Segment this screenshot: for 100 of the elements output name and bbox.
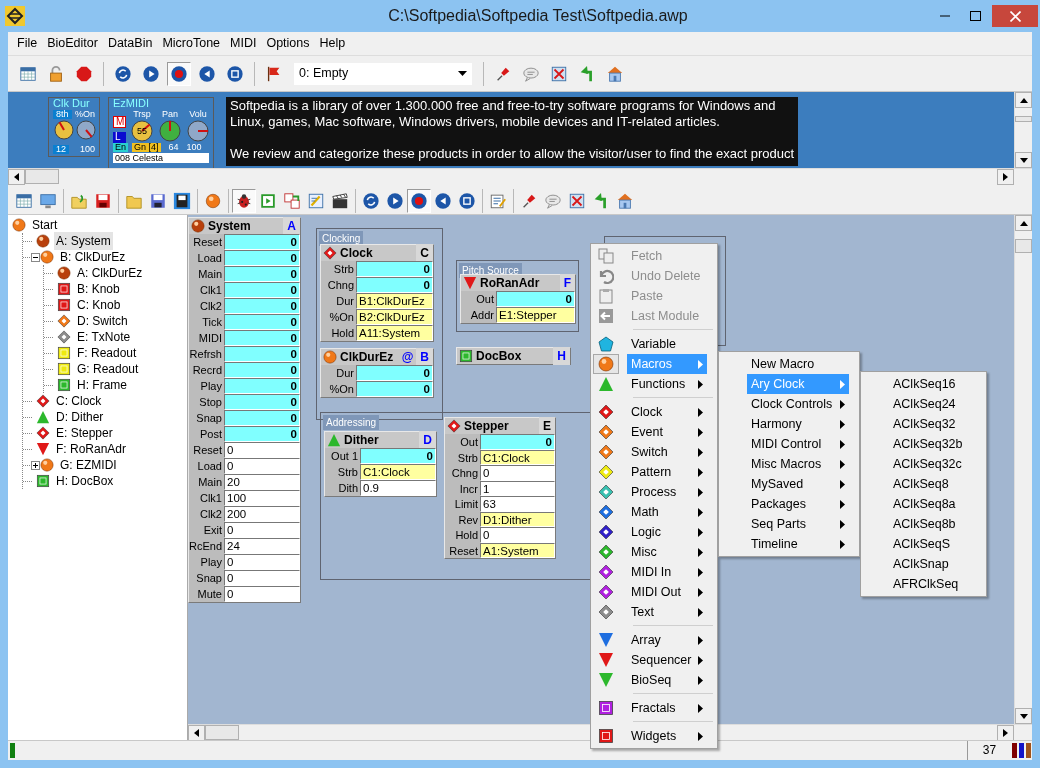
menu-item[interactable]: Logic bbox=[627, 522, 707, 542]
scrollbar-thumb[interactable] bbox=[205, 725, 239, 740]
toolbar-button[interactable] bbox=[232, 189, 256, 213]
menu-item[interactable]: AFRClkSeq bbox=[889, 574, 976, 594]
input-field[interactable]: 63 bbox=[480, 496, 555, 512]
menu-item[interactable]: Clock Controls bbox=[747, 394, 849, 414]
input-field[interactable]: 100 bbox=[224, 490, 300, 506]
menu-item[interactable]: Misc Macros bbox=[747, 454, 849, 474]
toolbar-button[interactable] bbox=[407, 189, 431, 213]
input-field[interactable]: 20 bbox=[224, 474, 300, 490]
m-button[interactable]: M bbox=[113, 116, 126, 129]
knob[interactable] bbox=[53, 119, 75, 141]
menu-item[interactable]: File bbox=[12, 31, 43, 56]
menu-item[interactable]: AClkSeq8a bbox=[889, 494, 976, 514]
link-field[interactable]: B1:ClkDurEz bbox=[356, 293, 433, 309]
module-panel[interactable]: System A Reset 0 Load 0 Main 0 Clk1 0 Clk2 0 Tick 0 MIDI 0 Refrsh 0 Recrd 0 Play 0 Stop 0 Snap 0 Post 0 Reset 0 Load 0 Main 20 Clk1 100 Clk2 200 Exit 0 RcEnd 24 Play 0 Snap 0 Mute 0 bbox=[188, 217, 301, 603]
menu-item[interactable]: AClkSeq32c bbox=[889, 454, 976, 474]
scroll-arrow-button[interactable] bbox=[188, 725, 205, 741]
close-button[interactable] bbox=[992, 5, 1038, 27]
input-field[interactable]: 0 bbox=[224, 442, 300, 458]
menu-item[interactable]: Text bbox=[627, 602, 707, 622]
link-field[interactable]: B2:ClkDurEz bbox=[356, 309, 433, 325]
tree-item[interactable]: Start bbox=[30, 216, 60, 234]
scrollbar-thumb[interactable] bbox=[25, 169, 59, 184]
menu-item[interactable]: MIDI Control bbox=[747, 434, 849, 454]
link-field[interactable]: E1:Stepper bbox=[496, 307, 575, 323]
menu-item[interactable]: Variable bbox=[627, 334, 707, 354]
module-panel[interactable]: Stepper E Out 0 Strb C1:Clock Chng 0 Incr 1 Limit 63 Rev D1:Dither Hold 0 Reset A1:System bbox=[444, 417, 556, 559]
menu-item[interactable]: Clock bbox=[627, 402, 707, 422]
menu-item[interactable]: AClkSeq8 bbox=[889, 474, 976, 494]
menu-item[interactable]: Array bbox=[627, 630, 707, 650]
knob[interactable] bbox=[186, 119, 210, 143]
menu-item[interactable]: DataBin bbox=[102, 31, 158, 56]
vertical-scrollbar[interactable] bbox=[1014, 92, 1032, 168]
scroll-arrow-button[interactable] bbox=[1015, 708, 1032, 724]
en-button[interactable]: En bbox=[113, 143, 128, 153]
tree-item[interactable]: D: Switch bbox=[75, 312, 130, 330]
menu-item[interactable]: Math bbox=[627, 502, 707, 522]
input-field[interactable]: 0 bbox=[224, 570, 300, 586]
expander-icon[interactable] bbox=[31, 460, 40, 470]
input-field[interactable]: 0 bbox=[480, 465, 555, 481]
menu-item[interactable]: Packages bbox=[747, 494, 849, 514]
expander-icon[interactable] bbox=[31, 252, 40, 262]
gn-button[interactable]: Gn [4] bbox=[132, 143, 161, 153]
tree-item[interactable]: G: EZMIDI bbox=[58, 456, 119, 474]
tree-item[interactable]: D: Dither bbox=[54, 408, 106, 426]
scroll-arrow-button[interactable] bbox=[997, 169, 1014, 185]
menu-item[interactable]: AClkSeq16 bbox=[889, 374, 976, 394]
tree-item[interactable]: A: System bbox=[54, 232, 113, 250]
menu-item[interactable]: Process bbox=[627, 482, 707, 502]
tree-item[interactable]: F: RoRanAdr bbox=[54, 440, 129, 458]
module-panel[interactable]: DocBox H bbox=[456, 347, 571, 365]
input-field[interactable]: 0 bbox=[224, 458, 300, 474]
menu-item[interactable]: BioEditor bbox=[42, 31, 103, 56]
tree-item[interactable]: C: Clock bbox=[54, 392, 104, 410]
menu-item[interactable]: Misc bbox=[627, 542, 707, 562]
input-field[interactable]: 0.9 bbox=[360, 480, 436, 496]
menu-item[interactable]: AClkSnap bbox=[889, 554, 976, 574]
knob[interactable] bbox=[158, 119, 182, 143]
menu-item[interactable]: AClkSeqS bbox=[889, 534, 976, 554]
knob[interactable]: 55 bbox=[130, 119, 154, 143]
menu-item[interactable]: Options bbox=[261, 31, 315, 56]
preset-dropdown[interactable]: 0: Empty bbox=[294, 62, 472, 85]
vertical-scrollbar[interactable] bbox=[1014, 215, 1032, 724]
input-field[interactable]: 0 bbox=[480, 527, 555, 543]
scroll-arrow-button[interactable] bbox=[1015, 92, 1032, 108]
module-panel[interactable]: ClkDurEz @ B Dur 0 %On 0 bbox=[320, 348, 434, 398]
tree-item[interactable]: H: Frame bbox=[75, 376, 129, 394]
toolbar-button[interactable] bbox=[167, 61, 191, 86]
instrument-list[interactable]: 008 Celesta bbox=[113, 153, 209, 164]
scroll-arrow-button[interactable] bbox=[997, 725, 1014, 741]
menu-item[interactable]: New Macro bbox=[747, 354, 849, 374]
menu-item[interactable]: Functions bbox=[627, 374, 707, 394]
menu-item[interactable]: MySaved bbox=[747, 474, 849, 494]
tree-item[interactable]: E: TxNote bbox=[75, 328, 133, 346]
module-panel[interactable]: Clock C Strb 0 Chng 0 Dur B1:ClkDurEz %On B2:ClkDurEz Hold A11:System bbox=[320, 244, 434, 342]
module-panel[interactable]: Dither D Out 1 0 Strb C1:Clock Dith 0.9 bbox=[324, 431, 437, 497]
tree-item[interactable]: H: DocBox bbox=[54, 472, 116, 490]
menu-item[interactable]: Switch bbox=[627, 442, 707, 462]
tree-item[interactable]: C: Knob bbox=[75, 296, 123, 314]
scrollbar-thumb[interactable] bbox=[1015, 239, 1032, 253]
link-field[interactable]: A11:System bbox=[356, 325, 433, 341]
tree-item[interactable]: B: ClkDurEz bbox=[58, 248, 128, 266]
menu-item[interactable]: MIDI In bbox=[627, 562, 707, 582]
menu-item[interactable]: Harmony bbox=[747, 414, 849, 434]
input-field[interactable]: 200 bbox=[224, 506, 300, 522]
tree-item[interactable]: E: Stepper bbox=[54, 424, 115, 442]
scrollbar-thumb[interactable] bbox=[1015, 116, 1032, 122]
tree-item[interactable]: B: Knob bbox=[75, 280, 122, 298]
tree-item[interactable]: A: ClkDurEz bbox=[75, 264, 145, 282]
menu-item[interactable]: MIDI Out bbox=[627, 582, 707, 602]
menu-item[interactable]: AClkSeq32 bbox=[889, 414, 976, 434]
tree-item[interactable]: G: Readout bbox=[75, 360, 141, 378]
tree-item[interactable]: F: Readout bbox=[75, 344, 139, 362]
menu-item[interactable]: Event bbox=[627, 422, 707, 442]
menu-item[interactable]: MIDI bbox=[225, 31, 262, 56]
menu-item[interactable]: AClkSeq32b bbox=[889, 434, 976, 454]
menu-item[interactable]: MicroTone bbox=[157, 31, 226, 56]
menu-item[interactable]: Widgets bbox=[627, 726, 707, 746]
input-field[interactable]: 0 bbox=[224, 554, 300, 570]
